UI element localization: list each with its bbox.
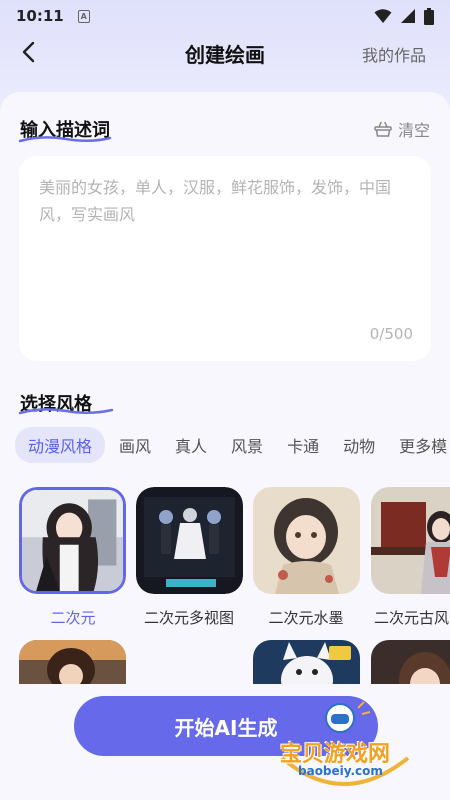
status-icons [374,7,434,25]
ink-wash-thumbnail [253,487,360,594]
style-card-ancient[interactable] [371,487,450,594]
style-card-row2-3[interactable] [253,640,360,684]
style-card-ink[interactable] [253,487,360,594]
anime-girl-thumbnail [19,487,126,594]
notification-a-icon: A [77,9,90,23]
title-underline-decoration [18,408,114,415]
watermark-logo: 宝贝游戏网 baobeiy.com [268,700,418,792]
wifi-icon [374,9,392,23]
style-card-label: 二次元多视图 [143,609,234,627]
back-arrow-icon[interactable] [18,40,42,64]
tab-painting[interactable]: 画风 [109,427,161,463]
watermark-url: baobeiy.com [298,764,383,778]
char-counter: 0/500 [369,325,413,343]
style-tabs: 动漫风格 画风 真人 风景 卡通 动物 更多模 [15,427,450,463]
cartoon-thumbnail [253,640,360,684]
tab-animal[interactable]: 动物 [333,427,385,463]
tab-more[interactable]: 更多模 [389,427,450,463]
status-bar: 10:11 A [0,0,450,32]
style-card-label: 二次元古风 [374,609,450,627]
style-card-label: 二次元水墨 [268,609,344,627]
clear-label: 清空 [397,121,430,140]
tab-landscape[interactable]: 风景 [221,427,273,463]
prompt-placeholder: 美丽的女孩，单人，汉服，鲜花服饰，发饰，中国风，写实画风 [39,178,392,224]
battery-icon [424,7,434,25]
my-works-link[interactable]: 我的作品 [362,42,426,66]
style-card-anime[interactable] [19,487,126,594]
tab-anime[interactable]: 动漫风格 [15,427,106,463]
tab-cartoon[interactable]: 卡通 [277,427,329,463]
style-card-label: 二次元 [50,609,96,627]
portrait-thumbnail [371,640,450,684]
page-title: 创建绘画 [185,42,265,67]
basket-icon [374,121,392,137]
signal-icon [401,9,415,23]
ancient-style-thumbnail [371,487,450,594]
style-card-row2-1[interactable] [19,640,126,684]
title-underline-decoration [18,136,112,143]
tab-real-person[interactable]: 真人 [165,427,217,463]
portrait-thumbnail [19,640,126,684]
style-card-row2-4[interactable] [371,640,450,684]
nav-bar: 创建绘画 我的作品 [0,32,450,74]
clear-button[interactable]: 清空 [374,117,430,141]
prompt-textarea[interactable]: 美丽的女孩，单人，汉服，鲜花服饰，发饰，中国风，写实画风 0/500 [19,156,431,361]
status-time: 10:11 [16,7,64,25]
multiview-thumbnail [136,487,243,594]
style-card-multiview[interactable] [136,487,243,594]
